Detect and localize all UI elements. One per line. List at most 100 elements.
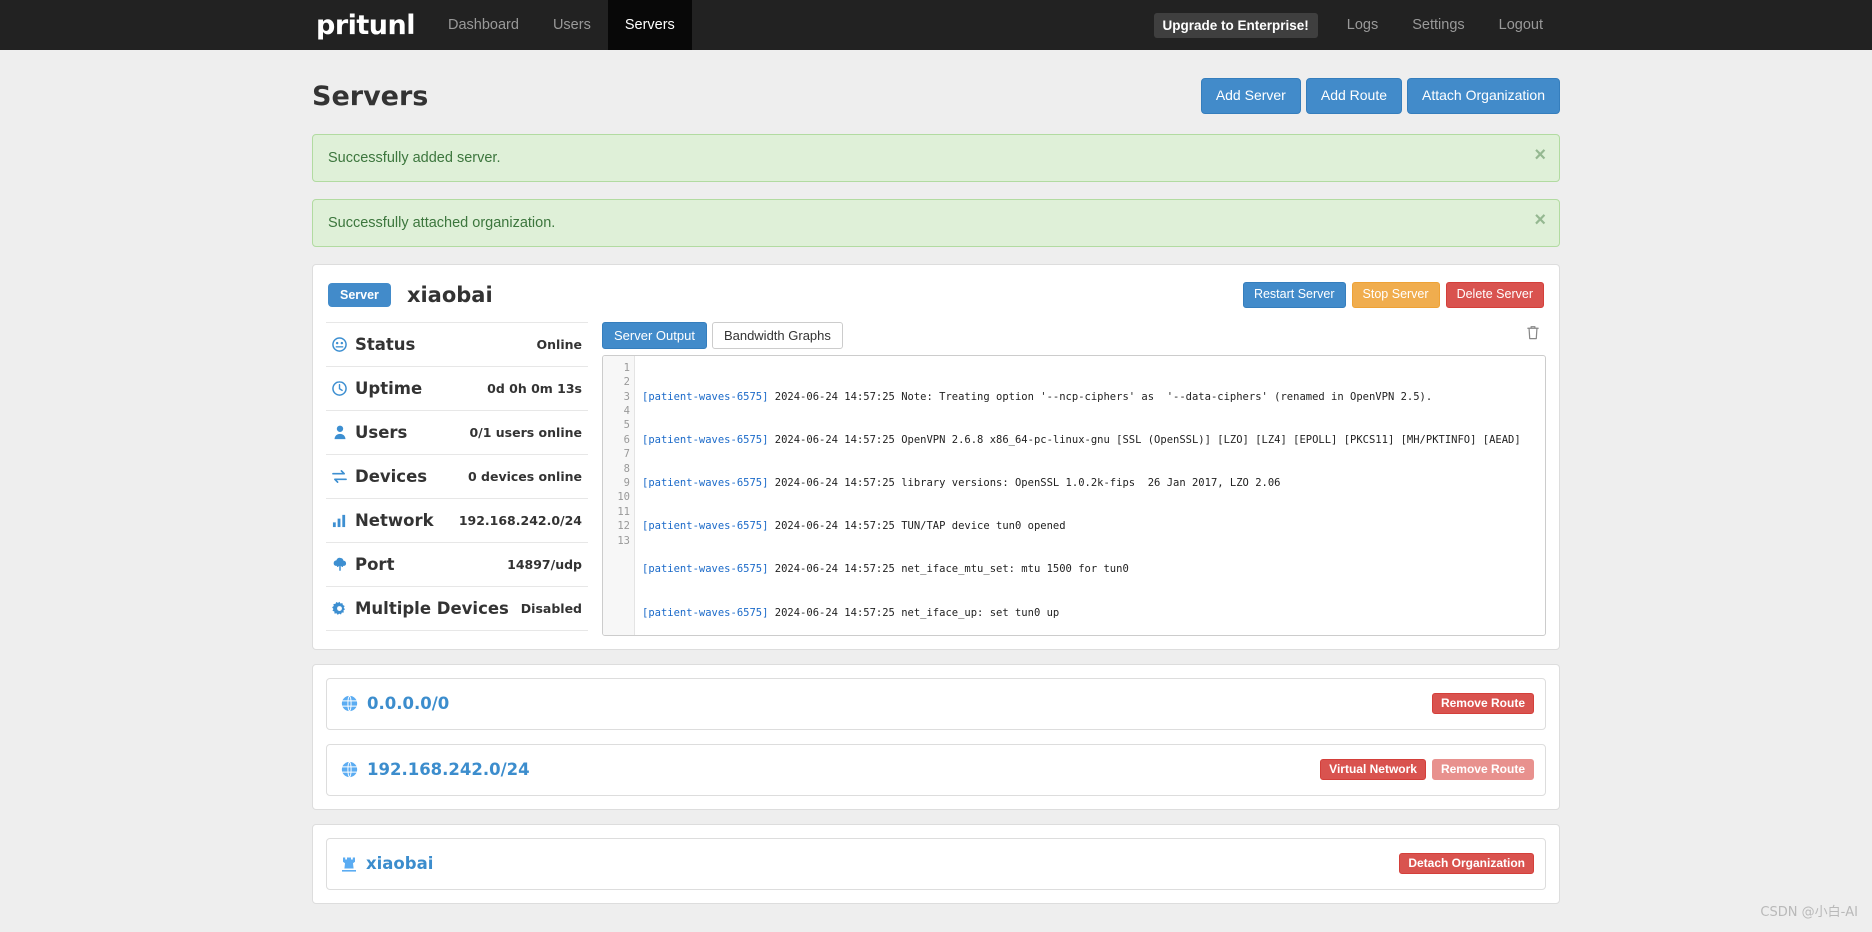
alert-server-added: Successfully added server. × — [312, 134, 1560, 182]
secondary-nav: Upgrade to Enterprise! Logs Settings Log… — [1153, 0, 1561, 50]
delete-server-button[interactable]: Delete Server — [1445, 282, 1544, 308]
organization-actions: Detach Organization — [1399, 853, 1534, 875]
server-type-badge: Server — [328, 282, 391, 307]
line-number: 10 — [617, 491, 630, 504]
server-panel: Server xiaobai Restart Server Stop Serve… — [312, 264, 1560, 650]
organization-row: xiaobai Detach Organization — [326, 837, 1546, 890]
info-row-users: Users 0/1 users online — [326, 411, 588, 455]
console-line-text: 2024-06-24 14:57:25 OpenVPN 2.6.8 x86_64… — [768, 433, 1521, 446]
console-line-tag: [patient-waves-6575] — [642, 520, 769, 533]
user-icon — [330, 425, 349, 440]
route-row: 192.168.242.0/24 Virtual Network Remove … — [326, 743, 1546, 796]
upload-cloud-icon — [330, 557, 349, 572]
server-actions: Restart Server Stop Server Delete Server — [1242, 282, 1544, 308]
console-line-tag: [patient-waves-6575] — [642, 390, 769, 403]
info-label: Status — [355, 334, 416, 354]
signal-icon — [330, 513, 349, 528]
route-network: 192.168.242.0/24 — [367, 760, 530, 780]
console-line: [patient-waves-6575] 2024-06-24 14:57:25… — [642, 390, 1545, 404]
server-output-section: Server Output Bandwidth Graphs 1 2 3 4 5… — [602, 321, 1546, 636]
info-label: Devices — [355, 466, 428, 486]
gear-icon — [330, 601, 349, 616]
routes-card: 0.0.0.0/0 Remove Route 192.168.242.0/24 … — [312, 663, 1560, 810]
console-line-text: 2024-06-24 14:57:25 TUN/TAP device tun0 … — [768, 520, 1066, 533]
console-line-text: 2024-06-24 14:57:25 library versions: Op… — [768, 477, 1281, 489]
info-label: Uptime — [355, 378, 423, 398]
add-route-button[interactable]: Add Route — [1305, 78, 1403, 114]
info-value: 0d 0h 0m 13s — [487, 380, 582, 396]
console-line: [patient-waves-6575] 2024-06-24 14:57:25… — [642, 433, 1545, 447]
info-row-status: Status Online — [326, 323, 588, 367]
info-value: 192.168.242.0/24 — [458, 512, 582, 528]
nav-link-logout[interactable]: Logout — [1482, 17, 1560, 33]
status-icon — [330, 336, 349, 352]
console-line-tag: [patient-waves-6575] — [642, 477, 769, 489]
upgrade-to-enterprise-button[interactable]: Upgrade to Enterprise! — [1153, 12, 1318, 38]
server-info-list: Status Online Uptime 0d 0h 0m 13s Users … — [326, 321, 588, 631]
nav-link-users[interactable]: Users — [536, 0, 608, 50]
info-value: 0 devices online — [467, 468, 582, 484]
remove-route-button[interactable]: Remove Route — [1431, 759, 1534, 781]
remove-route-button[interactable]: Remove Route — [1431, 693, 1534, 715]
close-icon[interactable]: × — [1534, 210, 1546, 230]
info-row-devices: Devices 0 devices online — [326, 455, 588, 499]
page-container: Servers Add Server Add Route Attach Orga… — [312, 50, 1560, 904]
close-icon[interactable]: × — [1534, 145, 1546, 165]
page-actions: Add Server Add Route Attach Organization — [1200, 78, 1560, 114]
line-number: 5 — [623, 419, 630, 432]
line-number: 11 — [617, 505, 630, 518]
organizations-card: xiaobai Detach Organization — [312, 823, 1560, 904]
info-row-port: Port 14897/udp — [326, 543, 588, 587]
alert-message: Successfully added server. — [328, 150, 501, 166]
globe-icon — [341, 695, 358, 712]
line-number: 7 — [623, 448, 630, 461]
line-number: 13 — [617, 534, 630, 547]
output-tabs: Server Output Bandwidth Graphs — [602, 321, 1546, 349]
console-line-numbers: 1 2 3 4 5 6 7 8 9 10 11 12 13 — [603, 355, 635, 635]
stop-server-button[interactable]: Stop Server — [1351, 282, 1440, 308]
page-title: Servers — [312, 80, 429, 112]
route-actions: Virtual Network Remove Route — [1320, 759, 1534, 781]
console-lines: [patient-waves-6575] 2024-06-24 14:57:25… — [635, 356, 1545, 635]
organization-name: xiaobai — [366, 854, 434, 874]
add-server-button[interactable]: Add Server — [1200, 78, 1301, 114]
console-line-text: 2024-06-24 14:57:25 net_iface_mtu_set: m… — [768, 563, 1129, 576]
line-number: 4 — [623, 404, 630, 417]
tab-server-output[interactable]: Server Output — [602, 321, 707, 349]
server-header: Server xiaobai Restart Server Stop Serve… — [326, 278, 1546, 322]
detach-organization-button[interactable]: Detach Organization — [1399, 853, 1534, 875]
alert-organization-attached: Successfully attached organization. × — [312, 199, 1560, 247]
brand-logo[interactable]: pritunl — [312, 0, 431, 50]
page-header: Servers Add Server Add Route Attach Orga… — [312, 72, 1560, 120]
route-row: 0.0.0.0/0 Remove Route — [326, 677, 1546, 730]
nav-link-servers[interactable]: Servers — [607, 0, 692, 50]
nav-link-dashboard[interactable]: Dashboard — [431, 0, 536, 50]
restart-server-button[interactable]: Restart Server — [1242, 282, 1346, 308]
info-row-uptime: Uptime 0d 0h 0m 13s — [326, 367, 588, 411]
route-actions: Remove Route — [1431, 693, 1534, 715]
route-network: 0.0.0.0/0 — [367, 694, 450, 714]
line-number: 12 — [617, 520, 630, 533]
info-row-multiple-devices: Multiple Devices Disabled — [326, 587, 588, 631]
info-value: Online — [536, 336, 582, 352]
tab-bandwidth-graphs[interactable]: Bandwidth Graphs — [711, 321, 843, 349]
info-value: Disabled — [520, 600, 582, 616]
nav-link-logs[interactable]: Logs — [1330, 17, 1395, 33]
clear-output-trash-icon[interactable] — [1526, 325, 1546, 345]
watermark: CSDN @小白-AI — [1760, 905, 1858, 920]
line-number: 9 — [623, 477, 630, 489]
console-line: [patient-waves-6575] 2024-06-24 14:57:25… — [642, 606, 1545, 620]
attach-organization-button[interactable]: Attach Organization — [1407, 78, 1560, 114]
line-number: 2 — [623, 376, 630, 389]
info-label: Port — [355, 554, 395, 574]
line-number: 6 — [623, 433, 630, 446]
nav-link-settings[interactable]: Settings — [1395, 17, 1481, 33]
console-line-tag: [patient-waves-6575] — [642, 433, 769, 446]
console-output[interactable]: 1 2 3 4 5 6 7 8 9 10 11 12 13 [patient-w… — [602, 354, 1546, 636]
info-row-network: Network 192.168.242.0/24 — [326, 499, 588, 543]
line-number: 3 — [623, 390, 630, 403]
primary-nav: Dashboard Users Servers — [431, 0, 692, 50]
console-line-text: 2024-06-24 14:57:25 net_iface_up: set tu… — [768, 606, 1060, 619]
devices-icon — [330, 469, 349, 484]
line-number: 1 — [623, 361, 630, 374]
